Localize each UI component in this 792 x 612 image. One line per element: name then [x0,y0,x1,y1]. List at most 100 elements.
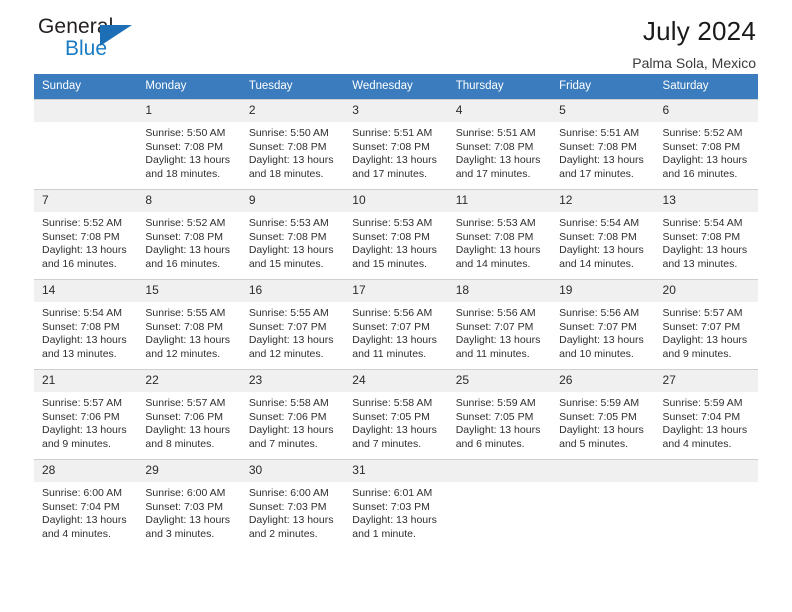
calendar-day-cell[interactable]: 23 Sunrise: 5:58 AM Sunset: 7:06 PM Dayligh… [240,369,345,460]
daylight-text-line2: and 6 minutes. [455,437,525,450]
calendar-day-cell[interactable]: 19 Sunrise: 5:56 AM Sunset: 7:07 PM Dayligh… [551,279,655,370]
calendar-day-cell[interactable]: 2 Sunrise: 5:50 AM Sunset: 7:08 PM Daylight… [240,99,345,190]
calendar-day-cell[interactable]: 5 Sunrise: 5:51 AM Sunset: 7:08 PM Daylight… [551,99,655,190]
calendar-day-cell[interactable]: 12 Sunrise: 5:54 AM Sunset: 7:08 PM Dayligh… [551,189,655,280]
day-details: Sunrise: 6:00 AM Sunset: 7:03 PM Daylight:… [137,482,241,542]
calendar-day-cell[interactable]: 18 Sunrise: 5:56 AM Sunset: 7:07 PM Dayligh… [447,279,552,370]
weekday-header-thursday: Thursday [447,74,552,100]
daylight-text-line2: and 15 minutes. [352,257,427,270]
calendar-day-cell[interactable]: 4 Sunrise: 5:51 AM Sunset: 7:08 PM Daylight… [447,99,552,190]
calendar-day-cell[interactable]: 28 Sunrise: 6:00 AM Sunset: 7:04 PM Dayligh… [34,459,138,549]
day-number [34,100,138,122]
day-details: Sunrise: 5:50 AM Sunset: 7:08 PM Daylight:… [240,122,345,182]
calendar-header-row: Sunday Monday Tuesday Wednesday Thursday… [34,74,758,100]
calendar-day-cell[interactable]: 3 Sunrise: 5:51 AM Sunset: 7:08 PM Daylight… [344,99,448,190]
calendar-day-cell[interactable]: 13 Sunrise: 5:54 AM Sunset: 7:08 PM Dayligh… [654,189,758,280]
day-details: Sunrise: 5:56 AM Sunset: 7:07 PM Daylight:… [551,302,655,362]
daylight-text-line2: and 9 minutes. [42,437,111,450]
sunset-text: Sunset: 7:08 PM [145,230,224,243]
weekday-header-monday: Monday [137,74,241,100]
day-number: 26 [551,370,655,392]
brand-logo[interactable]: General Blue [34,16,154,66]
sunrise-text: Sunrise: 5:56 AM [455,307,536,319]
daylight-text-line2: and 18 minutes. [145,167,221,180]
calendar-day-cell[interactable]: 26 Sunrise: 5:59 AM Sunset: 7:05 PM Dayligh… [551,369,655,460]
sunrise-text: Sunrise: 5:53 AM [455,217,536,229]
calendar-day-cell[interactable]: 15 Sunrise: 5:55 AM Sunset: 7:08 PM Dayligh… [137,279,241,370]
calendar-day-cell[interactable]: 31 Sunrise: 6:01 AM Sunset: 7:03 PM Dayligh… [344,459,448,549]
calendar-day-cell[interactable]: 22 Sunrise: 5:57 AM Sunset: 7:06 PM Dayligh… [137,369,241,460]
daylight-text-line1: Daylight: 13 hours [145,424,231,437]
sunrise-text: Sunrise: 5:52 AM [42,217,122,229]
day-number: 13 [654,190,758,212]
day-details: Sunrise: 5:51 AM Sunset: 7:08 PM Daylight:… [344,122,448,182]
calendar-day-cell[interactable]: 6 Sunrise: 5:52 AM Sunset: 7:08 PM Daylight… [654,99,758,190]
daylight-text-line2: and 7 minutes. [248,437,318,450]
day-number: 9 [240,190,345,212]
calendar-day-cell[interactable]: 7 Sunrise: 5:52 AM Sunset: 7:08 PM Daylight… [34,189,138,280]
day-number: 7 [34,190,138,212]
calendar-day-cell[interactable]: 11 Sunrise: 5:53 AM Sunset: 7:08 PM Dayligh… [447,189,552,280]
calendar-day-cell[interactable]: 21 Sunrise: 5:57 AM Sunset: 7:06 PM Dayligh… [34,369,138,460]
sunset-text: Sunset: 7:06 PM [145,410,224,423]
day-number: 18 [447,280,552,302]
daylight-text-line1: Daylight: 13 hours [42,514,127,527]
calendar-day-cell[interactable]: 27 Sunrise: 5:59 AM Sunset: 7:04 PM Dayligh… [654,369,758,460]
day-details: Sunrise: 5:53 AM Sunset: 7:08 PM Daylight:… [344,212,448,272]
day-details: Sunrise: 6:00 AM Sunset: 7:04 PM Daylight:… [34,482,138,542]
day-number: 6 [654,100,758,122]
daylight-text-line1: Daylight: 13 hours [455,424,541,437]
sunset-text: Sunset: 7:08 PM [662,230,741,243]
sunrise-text: Sunrise: 5:57 AM [662,307,743,319]
sunset-text: Sunset: 7:08 PM [248,230,327,243]
calendar-day-cell[interactable]: 14 Sunrise: 5:54 AM Sunset: 7:08 PM Dayligh… [34,279,138,370]
sunset-text: Sunset: 7:05 PM [559,410,637,423]
daylight-text-line2: and 3 minutes. [145,527,215,540]
calendar-day-cell[interactable]: 1 Sunrise: 5:50 AM Sunset: 7:08 PM Daylight… [137,99,241,190]
calendar-day-cell[interactable]: 10 Sunrise: 5:53 AM Sunset: 7:08 PM Dayligh… [344,189,448,280]
sunset-text: Sunset: 7:07 PM [662,320,741,333]
calendar-week-row: 14 Sunrise: 5:54 AM Sunset: 7:08 PM Dayligh… [34,279,758,370]
daylight-text-line2: and 5 minutes. [559,437,628,450]
daylight-text-line2: and 16 minutes. [42,257,117,270]
day-number: 10 [344,190,448,212]
calendar-day-cell[interactable]: 25 Sunrise: 5:59 AM Sunset: 7:05 PM Dayligh… [447,369,552,460]
sunset-text: Sunset: 7:08 PM [42,230,120,243]
calendar-day-cell[interactable]: 29 Sunrise: 6:00 AM Sunset: 7:03 PM Dayligh… [137,459,241,549]
daylight-text-line1: Daylight: 13 hours [42,244,127,257]
calendar-day-cell[interactable]: 9 Sunrise: 5:53 AM Sunset: 7:08 PM Daylight… [240,189,345,280]
calendar-day-cell[interactable]: 16 Sunrise: 5:55 AM Sunset: 7:07 PM Dayligh… [240,279,345,370]
day-number: 30 [240,460,345,482]
sunrise-text: Sunrise: 5:56 AM [559,307,640,319]
daylight-text-line2: and 14 minutes. [559,257,634,270]
calendar-week-row: 28 Sunrise: 6:00 AM Sunset: 7:04 PM Dayligh… [34,459,758,549]
day-details: Sunrise: 5:53 AM Sunset: 7:08 PM Daylight:… [447,212,552,272]
daylight-text-line1: Daylight: 13 hours [248,244,334,257]
day-number: 28 [34,460,138,482]
daylight-text-line2: and 4 minutes. [662,437,732,450]
daylight-text-line1: Daylight: 13 hours [42,424,127,437]
day-number: 11 [447,190,552,212]
calendar-day-cell[interactable]: 24 Sunrise: 5:58 AM Sunset: 7:05 PM Dayligh… [344,369,448,460]
daylight-text-line1: Daylight: 13 hours [559,424,644,437]
sunset-text: Sunset: 7:08 PM [145,320,224,333]
calendar-day-cell[interactable]: 8 Sunrise: 5:52 AM Sunset: 7:08 PM Daylight… [137,189,241,280]
sunrise-text: Sunrise: 5:54 AM [559,217,640,229]
sunrise-text: Sunrise: 5:51 AM [352,127,433,139]
calendar-table: Sunday Monday Tuesday Wednesday Thursday… [34,74,758,549]
sunset-text: Sunset: 7:05 PM [352,410,430,423]
calendar-day-cell[interactable]: 20 Sunrise: 5:57 AM Sunset: 7:07 PM Dayligh… [654,279,758,370]
sunrise-text: Sunrise: 5:51 AM [455,127,536,139]
sunrise-text: Sunrise: 5:50 AM [248,127,329,139]
calendar-day-cell[interactable]: 17 Sunrise: 5:56 AM Sunset: 7:07 PM Dayligh… [344,279,448,370]
day-details: Sunrise: 5:59 AM Sunset: 7:05 PM Daylight:… [447,392,552,452]
daylight-text-line2: and 1 minute. [352,527,416,540]
daylight-text-line1: Daylight: 13 hours [145,154,231,167]
sunrise-text: Sunrise: 5:59 AM [559,397,640,409]
calendar-day-cell[interactable]: 30 Sunrise: 6:00 AM Sunset: 7:03 PM Dayligh… [240,459,345,549]
sunset-text: Sunset: 7:06 PM [248,410,327,423]
day-number: 20 [654,280,758,302]
page-subtitle: Palma Sola, Mexico [632,55,756,71]
sunrise-text: Sunrise: 5:51 AM [559,127,640,139]
sunset-text: Sunset: 7:03 PM [145,500,224,513]
